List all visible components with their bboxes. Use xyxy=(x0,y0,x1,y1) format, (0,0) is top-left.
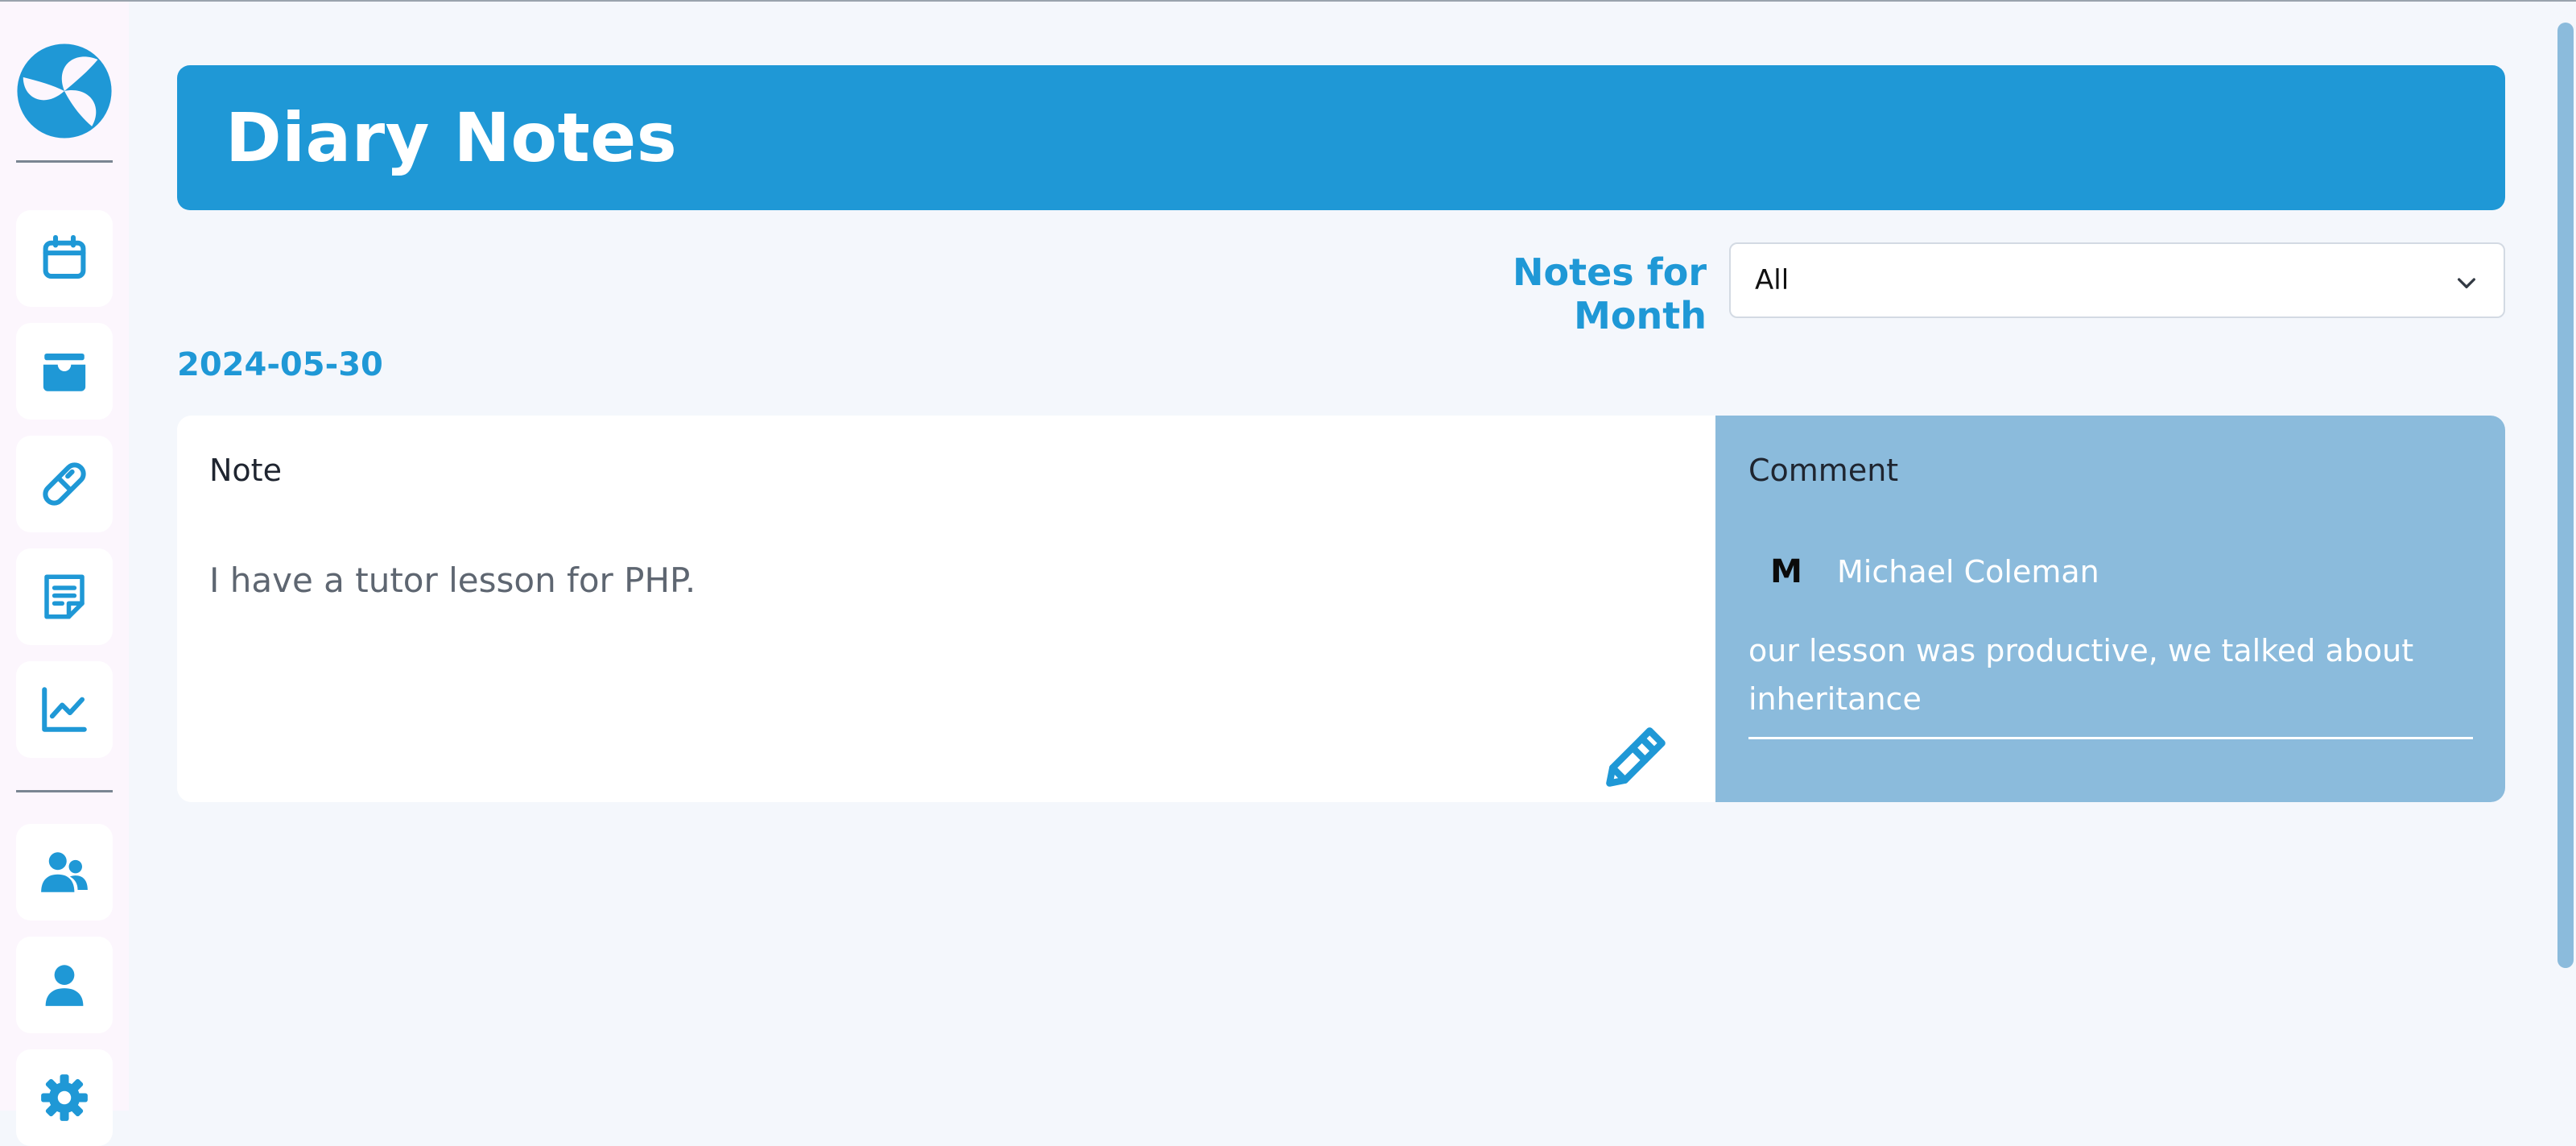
page-header: Diary Notes xyxy=(177,65,2505,210)
comment-pane: Comment M Michael Coleman our lesson was… xyxy=(1715,416,2505,802)
sidebar xyxy=(0,2,129,1146)
comment-text: our lesson was productive, we talked abo… xyxy=(1748,633,2414,717)
diary-entry-card: Note I have a tutor lesson for PHP. Comm… xyxy=(177,416,2505,802)
sidebar-item-settings[interactable] xyxy=(16,1049,113,1146)
month-filter-label: Notes for Month xyxy=(1513,250,1707,337)
swirl-logo-icon[interactable] xyxy=(15,42,114,140)
sidebar-item-users[interactable] xyxy=(16,824,113,921)
month-select[interactable]: All xyxy=(1729,242,2505,318)
calendar-icon xyxy=(43,234,86,279)
note-heading: Note xyxy=(209,453,282,488)
pill-icon xyxy=(43,462,86,506)
line-chart-icon xyxy=(42,687,87,732)
sidebar-item-notes[interactable] xyxy=(16,548,113,645)
sidebar-divider xyxy=(16,790,113,792)
note-pane: Note I have a tutor lesson for PHP. xyxy=(177,416,1715,802)
sidebar-item-medication[interactable] xyxy=(16,436,113,532)
note-text: I have a tutor lesson for PHP. xyxy=(209,561,696,600)
sidebar-item-calendar[interactable] xyxy=(16,210,113,307)
scrollbar-thumb[interactable] xyxy=(2557,23,2574,968)
sidebar-item-inbox[interactable] xyxy=(16,323,113,420)
window-top-border xyxy=(0,0,2576,2)
users-icon xyxy=(41,852,88,892)
edit-pencil-icon[interactable] xyxy=(1599,720,1673,794)
comment-author: Michael Coleman xyxy=(1837,554,2099,590)
comment-heading: Comment xyxy=(1748,453,1899,488)
page-title: Diary Notes xyxy=(225,98,678,177)
avatar: M xyxy=(1770,553,1802,590)
user-icon xyxy=(45,965,84,1007)
sidebar-divider xyxy=(16,160,113,163)
month-select-value: All xyxy=(1755,264,1790,296)
comment-divider xyxy=(1748,737,2473,739)
gear-icon xyxy=(41,1074,88,1121)
chevron-down-icon xyxy=(2458,278,2475,288)
sidebar-item-profile[interactable] xyxy=(16,937,113,1033)
note-icon xyxy=(44,574,85,619)
inbox-tray-icon xyxy=(43,354,86,391)
entry-date: 2024-05-30 xyxy=(177,346,383,383)
scrollbar[interactable] xyxy=(2552,2,2576,1111)
sidebar-item-statistics[interactable] xyxy=(16,661,113,758)
